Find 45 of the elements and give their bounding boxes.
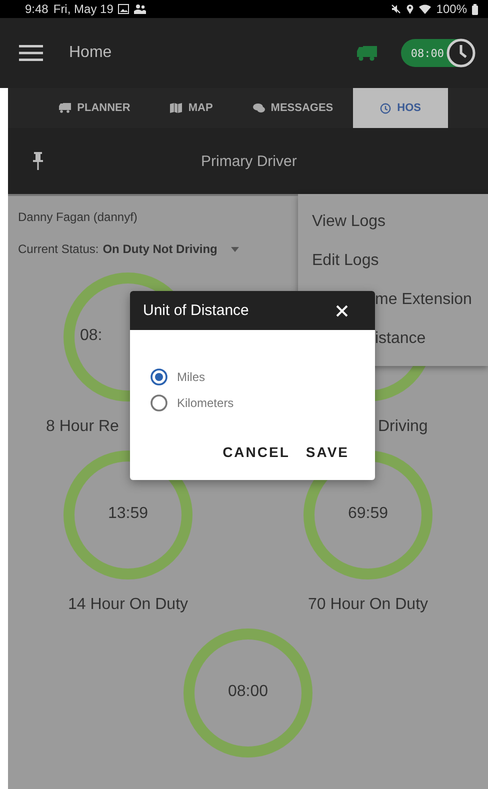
gauge-label: 14 Hour On Duty — [68, 596, 188, 615]
option-label: Miles — [177, 370, 206, 384]
status-time: 9:48 — [25, 2, 48, 16]
time-remaining: 13:59 — [106, 505, 150, 523]
gauge-label: 70 Hour On Duty — [308, 596, 428, 615]
clock-icon[interactable] — [446, 38, 476, 68]
chat-icon — [252, 103, 265, 113]
battery-percent: 100% — [436, 2, 467, 16]
time-remaining: 08:00 — [226, 683, 270, 701]
status-date: Fri, May 19 — [53, 2, 114, 16]
map-icon — [170, 103, 182, 113]
location-icon — [406, 4, 414, 14]
people-icon — [134, 4, 146, 14]
menu-item[interactable]: View Logs — [298, 202, 488, 241]
tab[interactable]: MAP — [150, 88, 233, 128]
page-title: Home — [69, 44, 112, 62]
mute-icon — [391, 4, 402, 14]
gauge-label: Driving — [378, 418, 428, 437]
dialog-button[interactable]: CANCEL — [218, 440, 294, 464]
time-remaining: 08: — [80, 327, 102, 345]
time-remaining: 69:59 — [346, 505, 390, 523]
menu-icon[interactable] — [19, 45, 43, 61]
wifi-icon — [419, 4, 432, 14]
truck-icon — [59, 103, 72, 113]
section-title: Primary Driver — [201, 152, 297, 170]
menu-item[interactable]: Edit Logs — [298, 241, 488, 280]
status-label: Current Status: — [18, 242, 99, 256]
status-dropdown[interactable]: On Duty Not Driving — [102, 242, 218, 256]
gallery-icon — [118, 4, 130, 14]
dialog-title: Unit of Distance — [143, 302, 249, 319]
dropdown-caret-icon[interactable] — [231, 246, 240, 252]
tab[interactable]: PLANNER — [39, 88, 150, 128]
tab[interactable]: HOS — [353, 88, 448, 128]
clock-icon — [380, 102, 392, 114]
radio-button[interactable] — [150, 368, 168, 386]
gauge-label: 8 Hour Re — [46, 418, 119, 437]
radio-button[interactable] — [150, 394, 168, 412]
dialog-button[interactable]: SAVE — [302, 440, 353, 464]
battery-icon — [472, 4, 478, 14]
tab[interactable]: MESSAGES — [232, 88, 354, 128]
driver-name: Danny Fagan (dannyf) — [18, 210, 138, 224]
close-icon[interactable] — [336, 304, 348, 316]
truck-icon — [356, 46, 377, 60]
option-label: Kilometers — [177, 396, 234, 410]
pin-icon[interactable] — [33, 152, 43, 170]
